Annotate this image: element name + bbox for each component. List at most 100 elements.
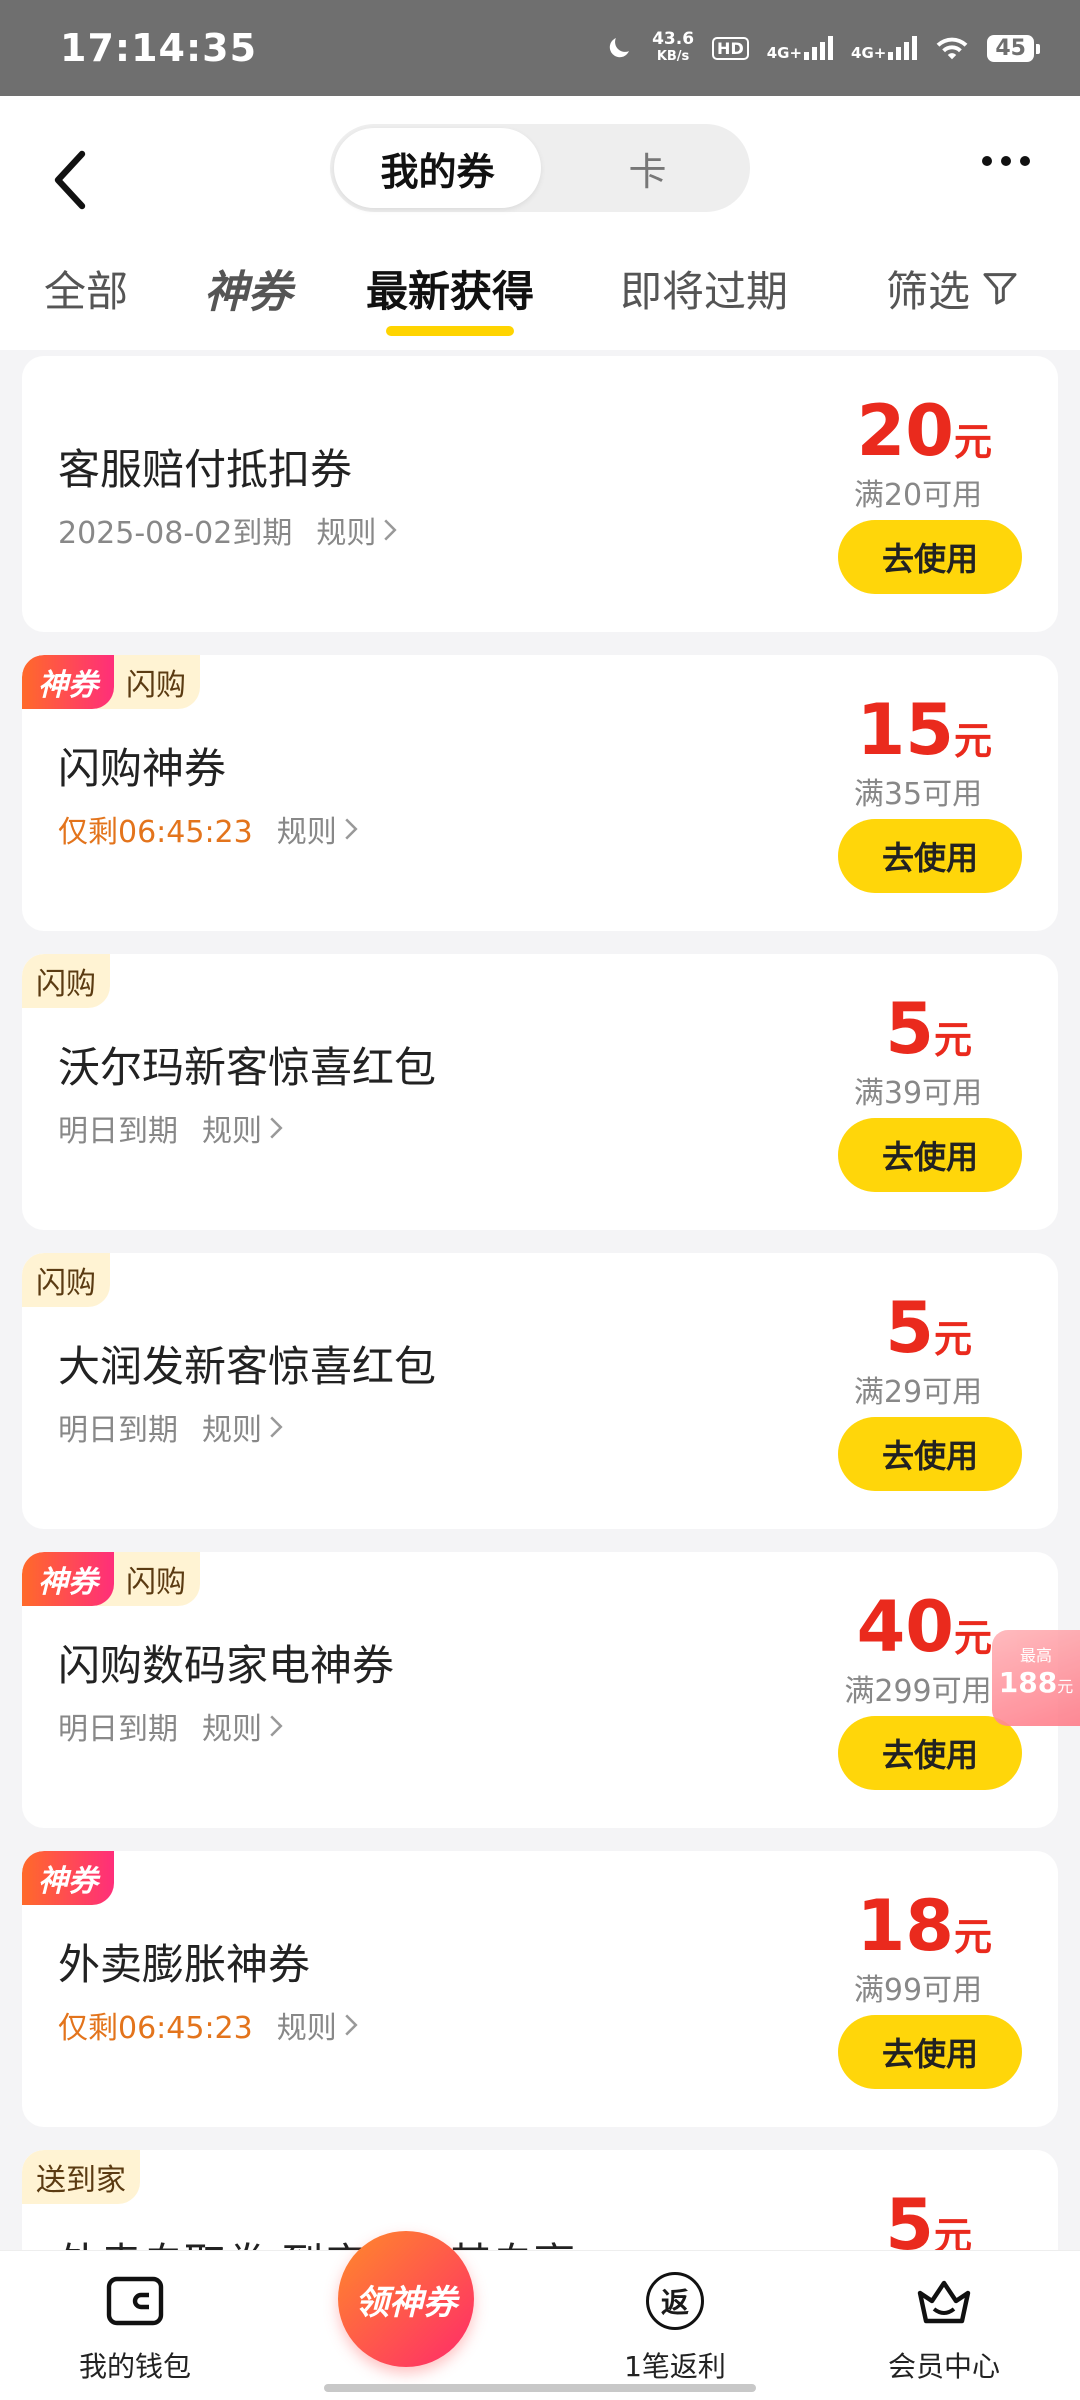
more-dot-icon [1001, 156, 1011, 166]
rule-link[interactable]: 规则 [316, 508, 398, 552]
coupon-card[interactable]: 客服赔付抵扣券 2025-08-02到期 规则 20元 满20可用 去使用 [22, 356, 1058, 632]
promo-badge-top: 最高 [1019, 1646, 1052, 1665]
use-button[interactable]: 去使用 [838, 2015, 1022, 2089]
chevron-right-icon [270, 1117, 283, 1139]
rule-link[interactable]: 规则 [202, 1405, 284, 1449]
coupon-card[interactable]: 神券 闪购 闪购神券 仅剩06:45:23 规则 15元 满35可用 去使用 [22, 655, 1058, 931]
use-button[interactable]: 去使用 [838, 520, 1022, 594]
coupon-title: 闪购数码家电神券 [58, 1641, 395, 1690]
coupon-title: 外卖自取券 到店可享其自享 [58, 2230, 575, 2250]
coupon-amount: 20元 [856, 390, 992, 472]
coupon-tags: 闪购 [22, 954, 110, 1008]
tab-all[interactable]: 全部 [44, 246, 128, 330]
coupon-sub: 明日到期 规则 [58, 1704, 284, 1748]
coupon-condition: 满39可用 [853, 1076, 983, 1111]
rebate-icon: 返 [643, 2269, 707, 2333]
coupon-card[interactable]: 神券 闪购 闪购数码家电神券 明日到期 规则 40元 满299可用 去使用 [22, 1552, 1058, 1828]
floating-promo-badge[interactable]: 最高 188元 [992, 1630, 1080, 1726]
moon-icon [609, 38, 630, 58]
rule-link[interactable]: 规则 [202, 1106, 284, 1150]
nav-rebate-label: 1笔返利 [624, 2350, 726, 2383]
tab-latest[interactable]: 最新获得 [366, 246, 534, 336]
coupon-condition: 满299可用 [844, 1674, 992, 1709]
use-button[interactable]: 去使用 [838, 819, 1022, 893]
coupon-condition: 满20可用 [853, 478, 983, 513]
wallet-icon [103, 2269, 167, 2333]
crown-basket-icon [912, 2269, 976, 2333]
promo-badge-amount: 188元 [998, 1666, 1074, 1699]
coupon-card[interactable]: 送到家 外卖自取券 到店可享其自享 5元 [22, 2150, 1058, 2250]
coupon-countdown: 仅剩06:45:23 [58, 815, 253, 850]
signal-1-icon: 4G+ [767, 36, 834, 61]
rule-link[interactable]: 规则 [202, 1704, 284, 1748]
seg-tab-my-coupons[interactable]: 我的券 [334, 128, 541, 208]
seg-tab-cards[interactable]: 卡 [545, 124, 750, 212]
more-dot-icon [982, 156, 992, 166]
coupon-amount: 40元 [856, 1586, 992, 1668]
use-button[interactable]: 去使用 [838, 1118, 1022, 1192]
nav-wallet-label: 我的钱包 [78, 2350, 191, 2383]
nav-wallet[interactable]: 我的钱包 [35, 2269, 235, 2385]
tab-expiring[interactable]: 即将过期 [620, 246, 788, 330]
more-dot-icon [1020, 156, 1030, 166]
rule-link[interactable]: 规则 [277, 2003, 359, 2047]
get-shen-coupon-button[interactable]: 领神券 [338, 2231, 474, 2367]
coupon-condition: 满99可用 [853, 1973, 983, 2008]
network-speed: 43.6 KB/s [652, 29, 695, 64]
coupon-sub: 明日到期 规则 [58, 1106, 284, 1150]
nav-member-label: 会员中心 [887, 2350, 1000, 2383]
status-icons: 43.6 KB/s HD 4G+ 4G+ 45 [604, 29, 1040, 66]
coupon-amount: 5元 [885, 2184, 972, 2250]
nav-rebate[interactable]: 返 1笔返利 [575, 2269, 775, 2385]
tab-shen-coupon[interactable]: 神券 [204, 246, 292, 330]
coupon-card[interactable]: 闪购 沃尔玛新客惊喜红包 明日到期 规则 5元 满39可用 去使用 [22, 954, 1058, 1230]
chevron-right-icon [345, 2014, 358, 2036]
tag-flash: 闪购 [22, 954, 110, 1008]
status-bar: 17:14:35 43.6 KB/s HD 4G+ 4G+ 45 [0, 0, 1080, 96]
coupon-title: 闪购神券 [58, 744, 227, 793]
back-button[interactable] [40, 140, 100, 220]
signal-2-icon: 4G+ [851, 36, 918, 61]
tag-shen: 神券 [22, 1851, 114, 1905]
coupon-amount: 18元 [856, 1885, 992, 1967]
coupon-title: 客服赔付抵扣券 [58, 445, 353, 494]
tab-filter-label: 筛选 [886, 266, 971, 316]
coupon-sub: 仅剩06:45:23 规则 [58, 2003, 359, 2047]
tag-flash: 闪购 [22, 1253, 110, 1307]
nav-member[interactable]: 会员中心 [844, 2269, 1044, 2385]
coupon-sub: 仅剩06:45:23 规则 [58, 807, 359, 851]
coupon-expiry: 明日到期 [58, 1413, 178, 1448]
tag-shen: 神券 [22, 1552, 114, 1606]
use-button[interactable]: 去使用 [838, 1417, 1022, 1491]
status-time: 17:14:35 [60, 26, 258, 70]
coupon-expiry: 明日到期 [58, 1114, 178, 1149]
home-indicator[interactable] [324, 2384, 756, 2392]
coupon-condition: 满35可用 [853, 777, 983, 812]
coupon-card[interactable]: 神券 外卖膨胀神券 仅剩06:45:23 规则 18元 满99可用 去使用 [22, 1851, 1058, 2127]
coupon-title: 外卖膨胀神券 [58, 1940, 311, 1989]
coupon-sub: 明日到期 规则 [58, 1405, 284, 1449]
chevron-right-icon [270, 1416, 283, 1438]
coupon-tags: 神券 闪购 [22, 1552, 200, 1606]
wifi-icon [936, 37, 968, 60]
coupon-title: 沃尔玛新客惊喜红包 [58, 1043, 437, 1092]
tag-delivery: 送到家 [22, 2150, 140, 2204]
coupon-tags: 闪购 [22, 1253, 110, 1307]
coupon-amount: 5元 [885, 1287, 972, 1369]
coupon-sub: 2025-08-02到期 规则 [58, 508, 398, 552]
segment-switch: 我的券 卡 [330, 124, 750, 212]
more-button[interactable] [982, 156, 1030, 166]
chevron-left-icon [54, 150, 86, 210]
tag-shen: 神券 [22, 655, 114, 709]
header: 我的券 卡 全部 神券 最新获得 即将过期 筛选 [0, 96, 1080, 350]
coupon-card[interactable]: 闪购 大润发新客惊喜红包 明日到期 规则 5元 满29可用 去使用 [22, 1253, 1058, 1529]
coupon-expiry: 2025-08-02到期 [58, 516, 293, 551]
use-button[interactable]: 去使用 [838, 1716, 1022, 1790]
coupon-countdown: 仅剩06:45:23 [58, 2011, 253, 2046]
battery-icon: 45 [987, 34, 1040, 62]
rule-link[interactable]: 规则 [277, 807, 359, 851]
chevron-right-icon [270, 1715, 283, 1737]
coupon-tags: 神券 闪购 [22, 655, 200, 709]
tab-filter[interactable]: 筛选 [886, 246, 1020, 330]
bottom-nav: 我的钱包 领神券 返 1笔返利 会员中心 [0, 2231, 1080, 2400]
